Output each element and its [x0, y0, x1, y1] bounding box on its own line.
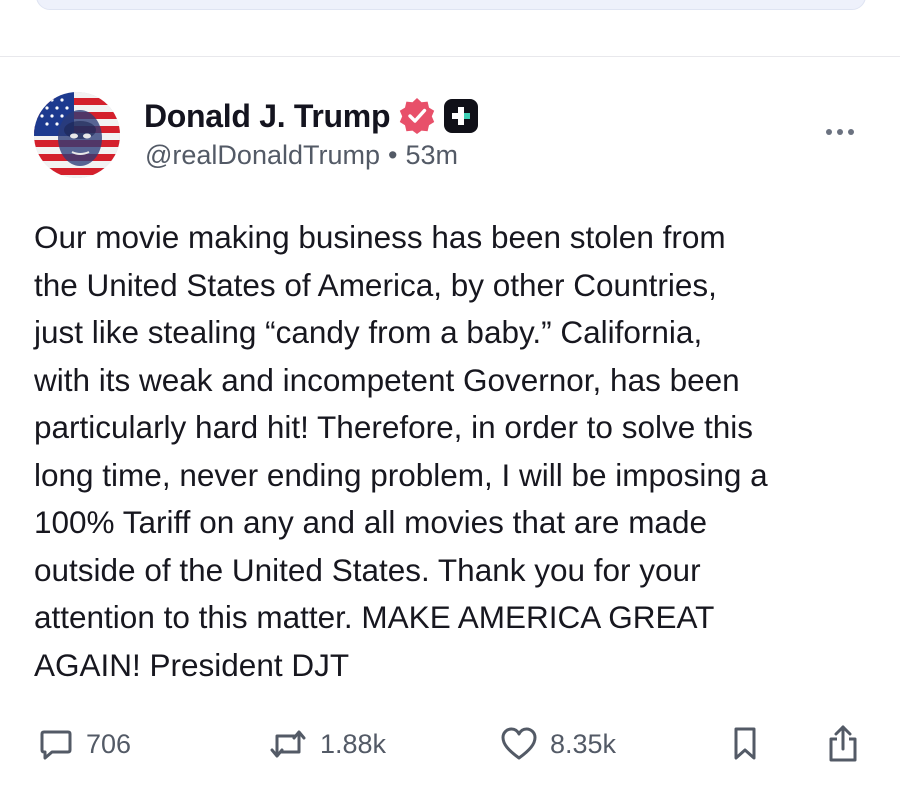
bookmark-icon [730, 725, 760, 763]
author-handle[interactable]: @realDonaldTrump [145, 140, 380, 171]
share-button[interactable] [826, 718, 860, 770]
meta-separator: • [388, 140, 398, 170]
more-options-icon[interactable] [820, 120, 860, 144]
post-actions-bar: 706 1.88k 8.35k [0, 718, 900, 770]
divider [0, 56, 900, 57]
like-count: 8.35k [550, 728, 617, 759]
heart-icon [500, 726, 538, 762]
plus-badge-icon [444, 99, 479, 133]
like-button[interactable]: 8.35k [500, 718, 616, 770]
repost-count: 1.88k [320, 728, 387, 759]
reply-count: 706 [86, 728, 132, 759]
bookmark-button[interactable] [730, 718, 760, 770]
avatar[interactable] [34, 92, 120, 178]
repost-button[interactable]: 1.88k [268, 718, 386, 770]
author-row: Donald J. Trump [144, 96, 479, 136]
post-text: Our movie making business has been stole… [34, 219, 768, 683]
share-icon [826, 724, 860, 764]
post-timestamp[interactable]: 53m [405, 140, 458, 171]
previous-post-card [36, 0, 866, 10]
verified-badge-icon [398, 97, 436, 135]
post-meta: @realDonaldTrump • 53m [145, 140, 458, 171]
reply-icon [38, 726, 74, 762]
repost-icon [268, 726, 308, 762]
author-name[interactable]: Donald J. Trump [144, 98, 391, 135]
reply-button[interactable]: 706 [38, 718, 131, 770]
